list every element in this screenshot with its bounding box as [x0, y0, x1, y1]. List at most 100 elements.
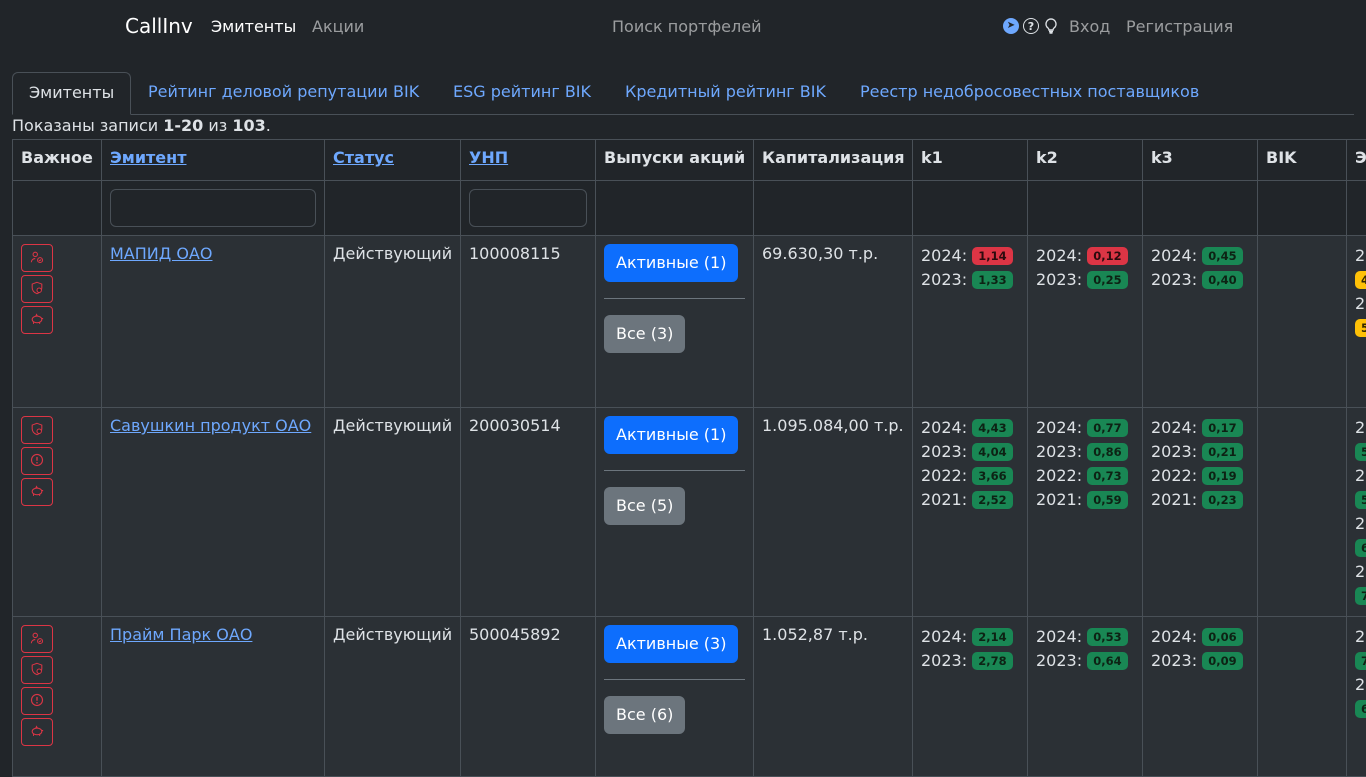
nav-emitents-link[interactable]: Эмитенты — [211, 17, 296, 36]
k-value-badge: 0,40 — [1202, 271, 1242, 289]
unp-cell: 500045892 — [461, 617, 596, 777]
nav-search-portfolios-link[interactable]: Поиск портфелей — [612, 17, 761, 36]
k-value-badge: 2,14 — [972, 628, 1012, 646]
active-issues-button[interactable]: Активные (1) — [604, 416, 738, 454]
k-value-line: 2023: 0,86 — [1036, 440, 1134, 464]
k-year: 2024: — [1036, 418, 1087, 437]
important-cell — [13, 236, 102, 408]
records-summary: Показаны записи 1-20 из 103. — [12, 116, 271, 135]
k-year: 2 — [1355, 418, 1365, 437]
col-issues: Выпуски акций — [596, 140, 754, 181]
active-issues-button[interactable]: Активные (1) — [604, 244, 738, 282]
k-year: 2023: — [1151, 270, 1202, 289]
piggy-button[interactable] — [21, 306, 53, 334]
status-cell: Действующий — [325, 236, 461, 408]
k-value-line: 7 — [1355, 649, 1366, 673]
issuer-link[interactable]: МАПИД ОАО — [110, 244, 212, 263]
register-link[interactable]: Регистрация — [1126, 17, 1233, 36]
tab-business-reputation-rating[interactable]: Рейтинг деловой репутации BIK — [132, 72, 435, 114]
emitents-table: Важное Эмитент Статус УНП Выпуски акций … — [12, 139, 1366, 777]
k-year: 2 — [1355, 627, 1365, 646]
lightbulb-icon[interactable] — [1043, 18, 1059, 34]
help-icon[interactable]: ? — [1023, 18, 1039, 34]
user-button[interactable] — [21, 244, 53, 272]
all-issues-button[interactable]: Все (5) — [604, 487, 685, 525]
issuer-filter-input[interactable] — [110, 189, 316, 227]
all-issues-button[interactable]: Все (6) — [604, 696, 685, 734]
k-value-line: 2021: 0,23 — [1151, 488, 1249, 512]
user-icon — [30, 630, 44, 649]
col-important: Важное — [13, 140, 102, 181]
issuer-link[interactable]: Прайм Парк ОАО — [110, 625, 252, 644]
tab-credit-rating[interactable]: Кредитный рейтинг BIK — [609, 72, 842, 114]
user-icon — [30, 249, 44, 268]
k-year: 2 — [1355, 246, 1365, 265]
esg-cell: 2425 — [1347, 236, 1366, 408]
bik-cell — [1258, 617, 1347, 777]
unp-cell: 200030514 — [461, 408, 596, 617]
unp-filter-input[interactable] — [469, 189, 587, 227]
k-value-badge: 4,43 — [972, 419, 1012, 437]
k-value-line: 2023: 1,33 — [921, 268, 1019, 292]
status-cell: Действующий — [325, 617, 461, 777]
bik-cell — [1258, 408, 1347, 617]
k-value-line: 2021: 2,52 — [921, 488, 1019, 512]
tab-unreliable-suppliers[interactable]: Реестр недобросовестных поставщиков — [844, 72, 1215, 114]
tabs-bar: Эмитенты Рейтинг деловой репутации BIK E… — [12, 72, 1354, 115]
shield-button[interactable] — [21, 656, 53, 684]
col-issuer: Эмитент — [102, 140, 325, 181]
k-value-line: 5 — [1355, 440, 1366, 464]
shield-button[interactable] — [21, 416, 53, 444]
esg-cell: 2726 — [1347, 617, 1366, 777]
k-value-line: 2024: 0,53 — [1036, 625, 1134, 649]
issues-cell: Активные (1) Все (3) — [596, 236, 754, 408]
k-value-line: 2023: 0,21 — [1151, 440, 1249, 464]
sort-issuer-link[interactable]: Эмитент — [110, 148, 186, 167]
k-value-badge: 0,19 — [1202, 467, 1242, 485]
table-row: Прайм Парк ОАО Действующий500045892Активн… — [13, 617, 1366, 777]
k-value-line: 6 — [1355, 536, 1366, 560]
issues-cell: Активные (3) Все (6) — [596, 617, 754, 777]
issues-cell: Активные (1) Все (5) — [596, 408, 754, 617]
sort-unp-link[interactable]: УНП — [469, 148, 508, 167]
user-button[interactable] — [21, 625, 53, 653]
login-link[interactable]: Вход — [1069, 17, 1110, 36]
k2-cell: 2024: 0,532023: 0,64 — [1028, 617, 1143, 777]
k-value-badge: 5 — [1355, 443, 1366, 461]
k-value-badge: 5 — [1355, 319, 1366, 337]
k-value-line: 2024: 0,17 — [1151, 416, 1249, 440]
tab-emitents[interactable]: Эмитенты — [12, 72, 131, 115]
k-year: 2023: — [1151, 442, 1202, 461]
telegram-icon[interactable]: ➤ — [1003, 18, 1019, 34]
k3-cell: 2024: 0,062023: 0,09 — [1143, 617, 1258, 777]
piggy-button[interactable] — [21, 718, 53, 746]
k-value-line: 2022: 3,66 — [921, 464, 1019, 488]
alert-button[interactable] — [21, 447, 53, 475]
k-value-badge: 3,66 — [972, 467, 1012, 485]
capitalization-cell: 1.095.084,00 т.р. — [754, 408, 913, 617]
piggy-button[interactable] — [21, 478, 53, 506]
issuer-cell: Савушкин продукт ОАО — [102, 408, 325, 617]
active-issues-button[interactable]: Активные (3) — [604, 625, 738, 663]
k-value-badge: 0,17 — [1202, 419, 1242, 437]
k-value-badge: 0,45 — [1202, 247, 1242, 265]
k-year: 2 — [1355, 514, 1365, 533]
k-value-badge: 0,53 — [1087, 628, 1127, 646]
sort-status-link[interactable]: Статус — [333, 148, 394, 167]
divider — [604, 679, 745, 680]
k-year: 2024: — [921, 418, 972, 437]
k-year: 2024: — [921, 627, 972, 646]
shield-button[interactable] — [21, 275, 53, 303]
alert-button[interactable] — [21, 687, 53, 715]
k-year: 2023: — [1151, 651, 1202, 670]
issuer-cell: МАПИД ОАО — [102, 236, 325, 408]
tab-esg-rating[interactable]: ESG рейтинг BIK — [437, 72, 607, 114]
brand-logo[interactable]: CallInv — [125, 14, 193, 38]
k-value-line: 2 — [1355, 292, 1366, 316]
col-bik: BIK — [1258, 140, 1347, 181]
all-issues-button[interactable]: Все (3) — [604, 315, 685, 353]
k-value-badge: 0,23 — [1202, 491, 1242, 509]
k-year: 2023: — [1036, 442, 1087, 461]
nav-stocks-link[interactable]: Акции — [312, 17, 364, 36]
issuer-link[interactable]: Савушкин продукт ОАО — [110, 416, 311, 435]
